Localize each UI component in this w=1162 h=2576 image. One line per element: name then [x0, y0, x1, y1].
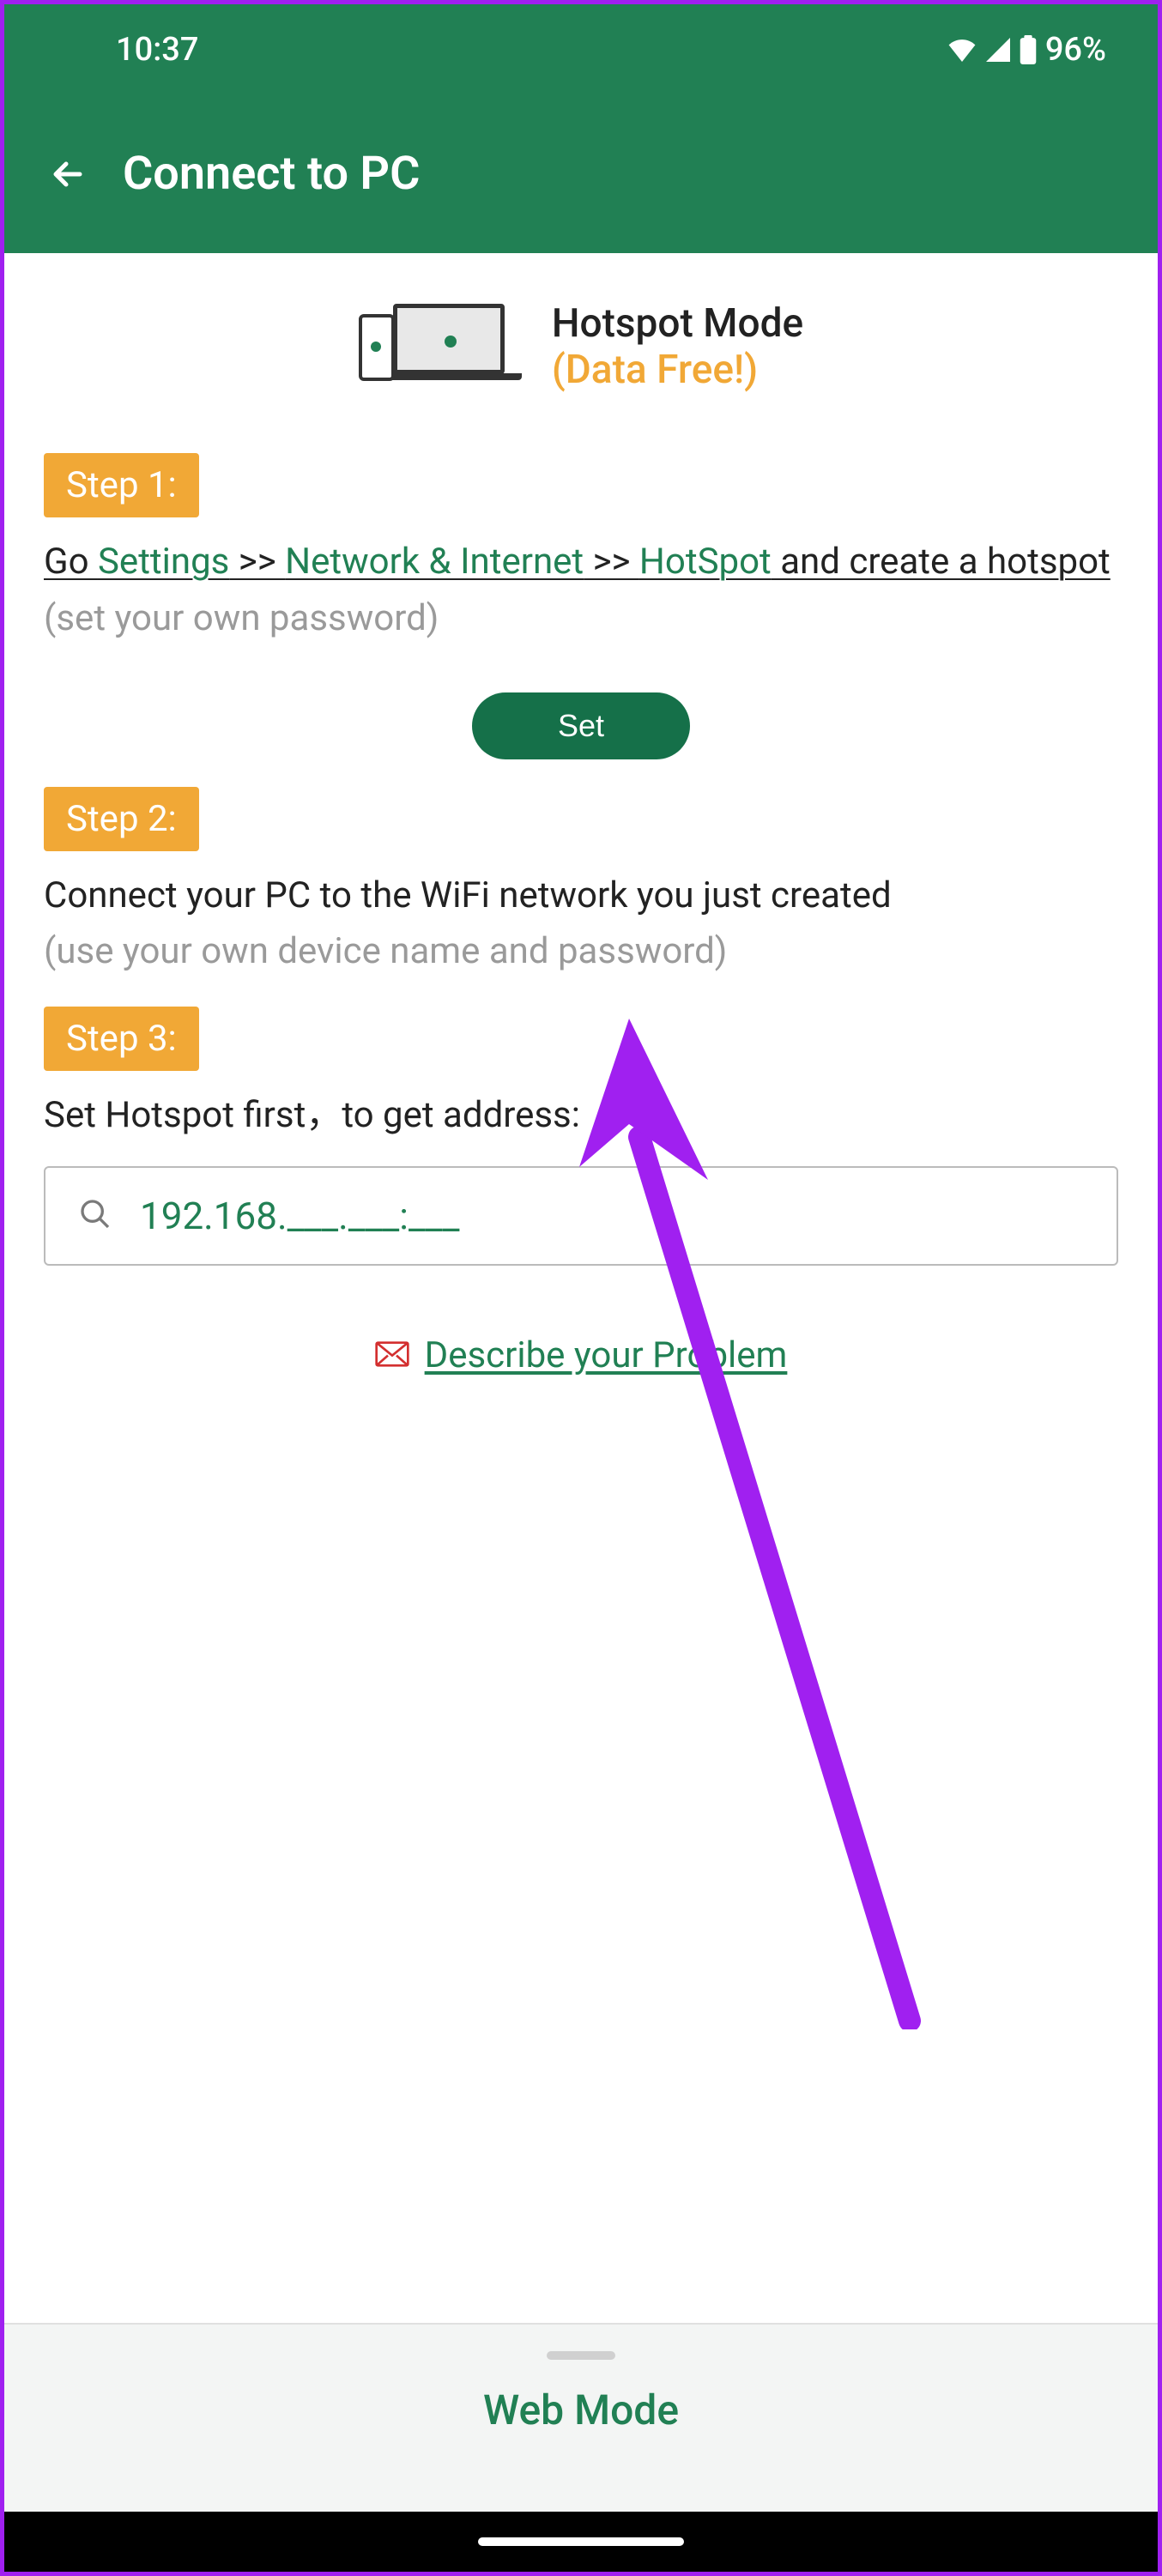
step2-instruction: Connect your PC to the WiFi network you …: [44, 872, 1118, 921]
signal-icon: [985, 38, 1011, 62]
network-link[interactable]: Network & Internet: [285, 541, 584, 583]
status-bar: 10:37 96%: [4, 4, 1158, 94]
mode-title: Hotspot Mode: [552, 300, 803, 347]
address-text: 192.168.___.___:___: [140, 1194, 460, 1238]
content-area: Hotspot Mode (Data Free!) Step 1: Go Set…: [4, 253, 1158, 2572]
search-icon: [78, 1197, 112, 1235]
app-bar: Connect to PC: [4, 94, 1158, 253]
android-nav-bar: [4, 2512, 1158, 2572]
battery-percent: 96%: [1045, 31, 1106, 69]
step2-hint: (use your own device name and password): [44, 930, 1118, 972]
mail-icon: [375, 1340, 409, 1371]
step1-badge: Step 1:: [44, 453, 199, 517]
set-button[interactable]: Set: [472, 692, 690, 759]
step1-sep2: >>: [584, 541, 639, 583]
mode-subtitle: (Data Free!): [552, 347, 803, 393]
describe-problem-link[interactable]: Describe your Problem: [425, 1334, 788, 1376]
step1-hint: (set your own password): [44, 597, 1118, 639]
step1-instruction[interactable]: Go Settings >> Network & Internet >> Hot…: [44, 538, 1118, 587]
app-title: Connect to PC: [123, 147, 420, 201]
sheet-handle-icon[interactable]: [547, 2351, 615, 2360]
status-right: 96%: [947, 31, 1106, 69]
step1-text-tail: and create a hotspot: [772, 541, 1111, 583]
status-time: 10:37: [116, 31, 198, 69]
battery-icon: [1020, 35, 1037, 64]
address-box[interactable]: 192.168.___.___:___: [44, 1166, 1118, 1266]
back-button[interactable]: [47, 154, 88, 195]
device-illustration: [359, 304, 505, 390]
step2-badge: Step 2:: [44, 787, 199, 851]
wifi-icon: [947, 38, 977, 62]
nav-handle[interactable]: [478, 2537, 684, 2546]
step1-text-go: Go: [44, 541, 98, 583]
settings-link[interactable]: Settings: [98, 541, 229, 583]
hotspot-link[interactable]: HotSpot: [639, 541, 772, 583]
web-mode-label[interactable]: Web Mode: [483, 2386, 679, 2434]
step1-sep1: >>: [229, 541, 285, 583]
step3-instruction: Set Hotspot first，to get address:: [44, 1091, 1118, 1140]
bottom-sheet[interactable]: Web Mode: [4, 2323, 1158, 2512]
step3-badge: Step 3:: [44, 1007, 199, 1071]
problem-row[interactable]: Describe your Problem: [4, 1300, 1158, 1411]
mode-header: Hotspot Mode (Data Free!): [4, 253, 1158, 444]
